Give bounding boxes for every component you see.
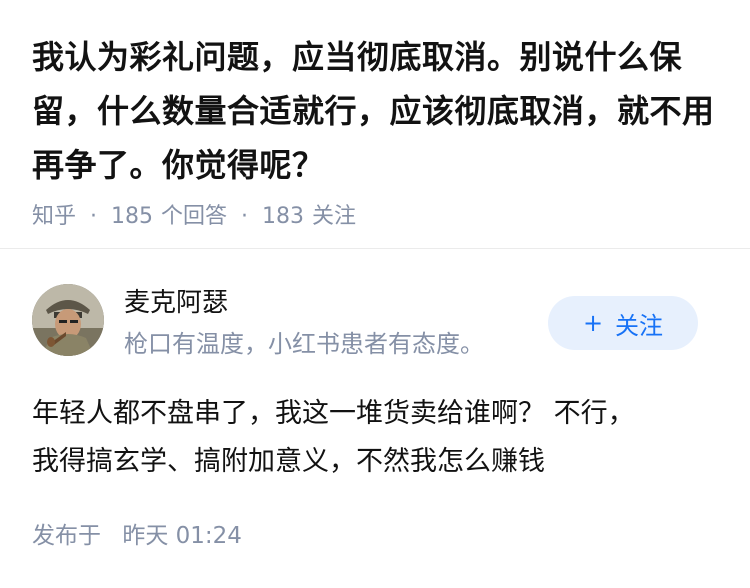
answer-content[interactable]: 年轻人都不盘串了，我这一堆货卖给谁啊？ 不行， 我得搞玄学、搞附加意义，不然我怎… [32, 390, 722, 486]
question-title[interactable]: 我认为彩礼问题，应当彻底取消。别说什么保留，什么数量合适就行，应该彻底取消，就不… [32, 30, 732, 192]
avatar-image [32, 284, 104, 356]
plus-icon: + [582, 309, 604, 337]
answer-count-label[interactable]: 个回答 [161, 202, 227, 232]
author-card: 麦克阿瑟 枪口有温度，小红书患者有态度。 + 关注 [32, 284, 718, 358]
answer-published-time: 发布于 昨天 01:24 [32, 520, 242, 552]
section-divider [0, 248, 750, 249]
published-label: 发布于 [32, 523, 101, 549]
answer-line: 我得搞玄学、搞附加意义，不然我怎么赚钱 [32, 446, 545, 477]
follow-count-label: 关注 [312, 204, 357, 229]
answer-line: 年轻人都不盘串了，我这一堆货卖给谁啊？ 不行， [32, 398, 635, 429]
avatar[interactable] [32, 284, 104, 356]
published-time: 01:24 [175, 523, 242, 549]
answer-count: 185 [111, 204, 154, 229]
follow-button-label: 关注 [615, 311, 664, 340]
follow-button[interactable]: + 关注 [548, 296, 698, 350]
follow-count: 183 [262, 204, 305, 229]
question-meta: 知乎 · 185 个回答 · 183 关注 [32, 202, 732, 232]
published-day: 昨天 [122, 523, 169, 549]
author-bio: 枪口有温度，小红书患者有态度。 [124, 330, 484, 358]
separator-dot: · [90, 204, 98, 229]
question-header: 我认为彩礼问题，应当彻底取消。别说什么保留，什么数量合适就行，应该彻底取消，就不… [32, 30, 732, 232]
separator-dot: · [241, 204, 249, 229]
author-name[interactable]: 麦克阿瑟 [124, 286, 228, 320]
source-label[interactable]: 知乎 [32, 202, 76, 232]
